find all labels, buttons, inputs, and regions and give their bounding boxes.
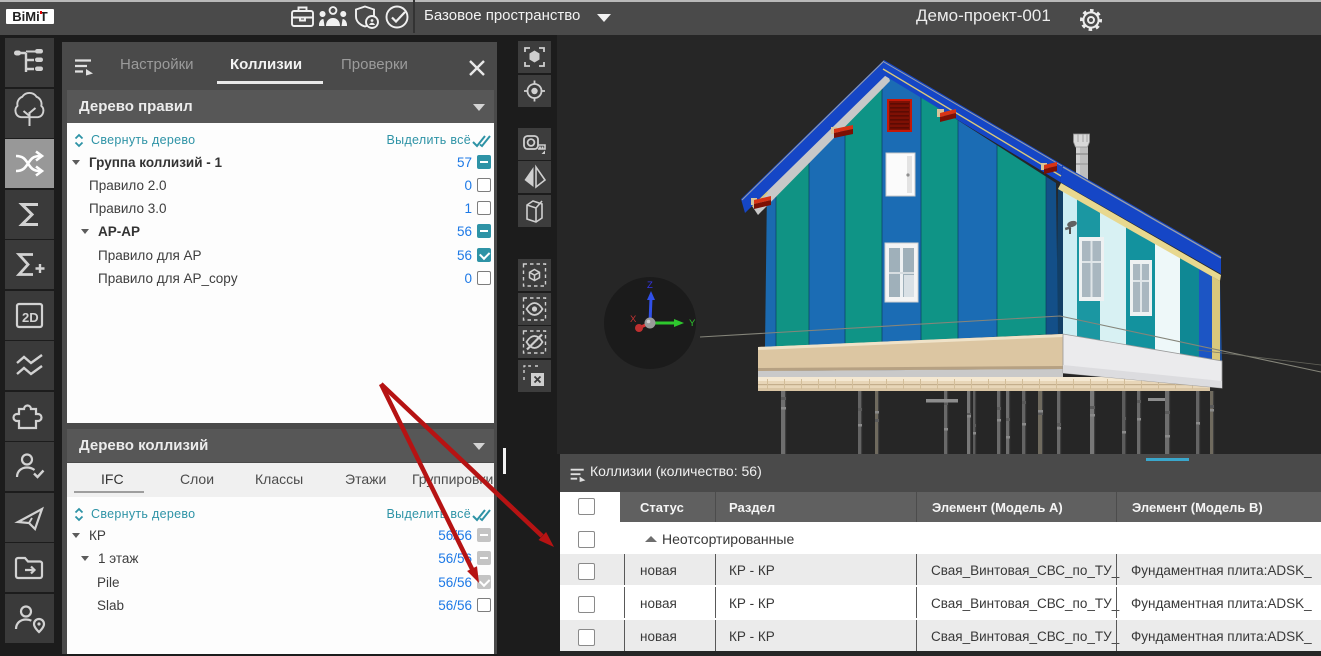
svg-text:Z: Z <box>647 280 653 291</box>
svg-text:Y: Y <box>689 318 696 329</box>
svg-text:X: X <box>630 314 637 325</box>
svg-text:2D: 2D <box>22 310 39 325</box>
